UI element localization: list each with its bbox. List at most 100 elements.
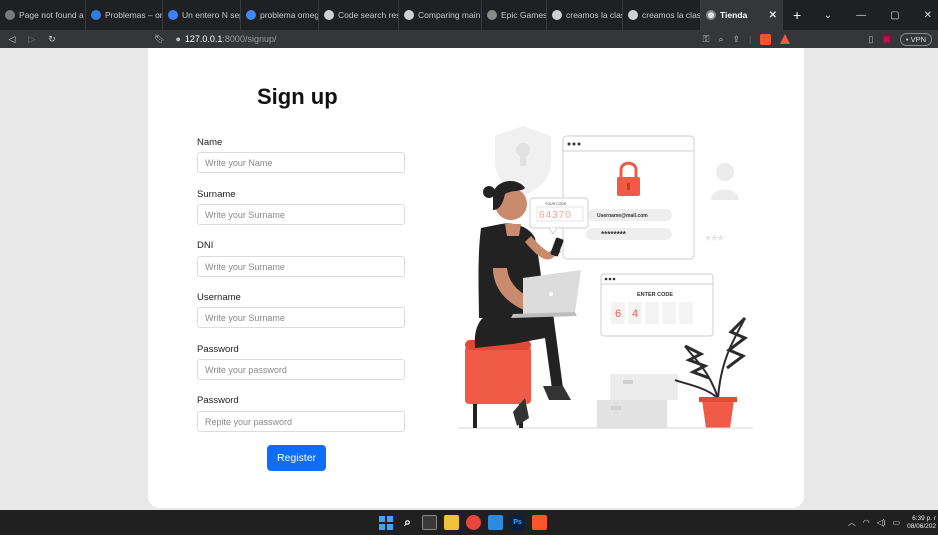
reload-icon[interactable]: ↻ xyxy=(44,34,60,45)
forward-icon[interactable]: ▷ xyxy=(24,34,40,45)
file-explorer-icon[interactable] xyxy=(444,515,459,530)
tab-search-icon[interactable]: ⌄ xyxy=(824,10,832,21)
omega-icon xyxy=(91,10,101,20)
globe-icon xyxy=(5,10,15,20)
chevron-up-icon[interactable]: ︿ xyxy=(848,517,856,528)
browser-tab[interactable]: Comparing main xyxy=(399,0,482,30)
url-path: :8000/signup/ xyxy=(222,34,277,44)
url-field[interactable]: ● 127.0.0.1:8000/signup/ xyxy=(175,34,276,44)
google-icon xyxy=(246,10,256,20)
close-icon[interactable]: ✕ xyxy=(759,10,777,21)
page-title: Sign up xyxy=(257,84,338,109)
brave-rewards-icon[interactable] xyxy=(780,34,791,44)
key-icon[interactable]: ⚿ xyxy=(703,34,710,45)
site-info-icon[interactable]: ● xyxy=(175,34,180,44)
back-icon[interactable]: ◁ xyxy=(4,34,20,45)
browser-tab[interactable]: creamos la clase xyxy=(547,0,623,30)
brave-icon[interactable] xyxy=(532,515,547,530)
enter-code-window: ENTER CODE 6 4 xyxy=(600,273,714,337)
url-host: 127.0.0.1 xyxy=(184,34,223,44)
zoom-icon[interactable]: ⌕ xyxy=(718,34,723,45)
dni-label: DNI xyxy=(197,240,214,251)
email-text: Username@mail.com xyxy=(597,213,648,219)
task-view-icon[interactable] xyxy=(422,515,437,530)
browser-tab[interactable]: Page not found a xyxy=(0,0,86,30)
clock-time: 6:39 p. r xyxy=(912,514,936,522)
entered-digit-2: 4 xyxy=(632,308,638,320)
signup-card: Sign up Name Surname DNI Username Passwo… xyxy=(148,48,804,508)
your-code-label: YOUR CODE xyxy=(545,202,567,206)
address-bar: ◁ ▷ ↻ 🔖︎ ● 127.0.0.1:8000/signup/ ⚿ ⌕ ⇪ … xyxy=(0,30,938,48)
browser-tab-label: Problemas – ome xyxy=(105,10,162,20)
browser-tab-label: creamos la clase xyxy=(566,10,622,20)
tab-active-label: Tienda xyxy=(720,10,748,20)
surname-label: Surname xyxy=(197,189,236,200)
divider: | xyxy=(749,34,752,44)
password-confirm-label: Password xyxy=(197,395,239,406)
name-label: Name xyxy=(197,137,223,148)
windows-taskbar: ⌕ Ps ︿ ◠ ◁) ▭ 6:39 p. r 08/06/202 xyxy=(0,510,938,535)
battery-icon[interactable]: ▭ xyxy=(893,518,901,527)
browser-tab-strip: Page not found a Problemas – ome Un entero… xyxy=(0,0,938,30)
browser-tab[interactable]: creamos la clase xyxy=(623,0,701,30)
browser-tab-label: problema omega xyxy=(260,10,319,20)
maximize-button[interactable]: ▢ xyxy=(890,10,899,21)
github-icon xyxy=(404,10,414,20)
system-tray: ︿ ◠ ◁) ▭ 6:39 p. r 08/06/202 xyxy=(848,510,938,535)
vpn-button[interactable]: • VPN xyxy=(899,32,932,46)
vscode-icon[interactable] xyxy=(488,515,503,530)
browser-tab-label: Comparing main xyxy=(418,10,481,20)
chrome-icon[interactable] xyxy=(466,515,481,530)
window-controls: ⌄ — ▢ ✕ xyxy=(824,10,938,21)
register-button[interactable]: Register xyxy=(267,445,326,471)
dni-input[interactable] xyxy=(197,256,405,277)
wallet-icon[interactable]: ▣ xyxy=(882,34,891,45)
password-mask-text: ******** xyxy=(601,230,627,239)
brave-shields-icon[interactable] xyxy=(760,33,772,45)
bookmark-icon[interactable]: 🔖︎ xyxy=(154,34,165,45)
browser-tab-label: creamos la clase xyxy=(642,10,701,20)
sidebar-icon[interactable]: ▯ xyxy=(868,34,873,45)
close-window-button[interactable]: ✕ xyxy=(924,10,932,21)
browser-tab[interactable]: Problemas – ome xyxy=(86,0,163,30)
browser-tab-label: Epic Games xyxy=(501,10,547,20)
epic-icon xyxy=(487,10,497,20)
password-input[interactable] xyxy=(197,359,405,380)
password-confirm-input[interactable] xyxy=(197,411,405,432)
share-icon[interactable]: ⇪ xyxy=(733,34,741,45)
clock[interactable]: 6:39 p. r 08/06/202 xyxy=(907,515,936,531)
github-icon xyxy=(552,10,562,20)
browser-tab[interactable]: Epic Games xyxy=(482,0,547,30)
search-icon[interactable]: ⌕ xyxy=(400,515,415,530)
page-viewport: Sign up Name Surname DNI Username Passwo… xyxy=(0,48,938,510)
security-illustration: *** Username@mail.com ******** YOUR CODE… xyxy=(458,126,753,429)
github-icon xyxy=(628,10,638,20)
browser-tab-label: Code search resu xyxy=(338,10,399,20)
boxes-decoration xyxy=(597,374,678,428)
password-label: Password xyxy=(197,344,239,355)
user-silhouette-icon xyxy=(711,163,739,200)
username-input[interactable] xyxy=(197,307,405,328)
asterisks-decoration: *** xyxy=(705,233,724,250)
volume-icon[interactable]: ◁) xyxy=(877,518,886,527)
clock-date: 08/06/202 xyxy=(907,522,936,530)
windows-start-icon[interactable] xyxy=(378,515,393,530)
name-input[interactable] xyxy=(197,152,405,173)
wifi-icon[interactable]: ◠ xyxy=(863,518,870,527)
tab-active[interactable]: ◍ Tienda ✕ xyxy=(701,0,783,30)
globe-icon: ◍ xyxy=(706,10,716,20)
code-digits: 64370 xyxy=(539,210,572,221)
browser-tab-label: Un entero N sep xyxy=(182,10,241,20)
browser-tab[interactable]: Code search resu xyxy=(319,0,399,30)
browser-tab[interactable]: Un entero N sep xyxy=(163,0,241,30)
minimize-button[interactable]: — xyxy=(856,10,866,21)
puzzle-icon xyxy=(168,10,178,20)
enter-code-label: ENTER CODE xyxy=(637,292,673,298)
new-tab-button[interactable]: + xyxy=(783,7,811,23)
browser-tab[interactable]: problema omega xyxy=(241,0,319,30)
username-label: Username xyxy=(197,292,241,303)
surname-input[interactable] xyxy=(197,204,405,225)
photoshop-icon[interactable]: Ps xyxy=(510,515,525,530)
browser-tab-label: Page not found a xyxy=(19,10,84,20)
entered-digit-1: 6 xyxy=(615,308,621,320)
